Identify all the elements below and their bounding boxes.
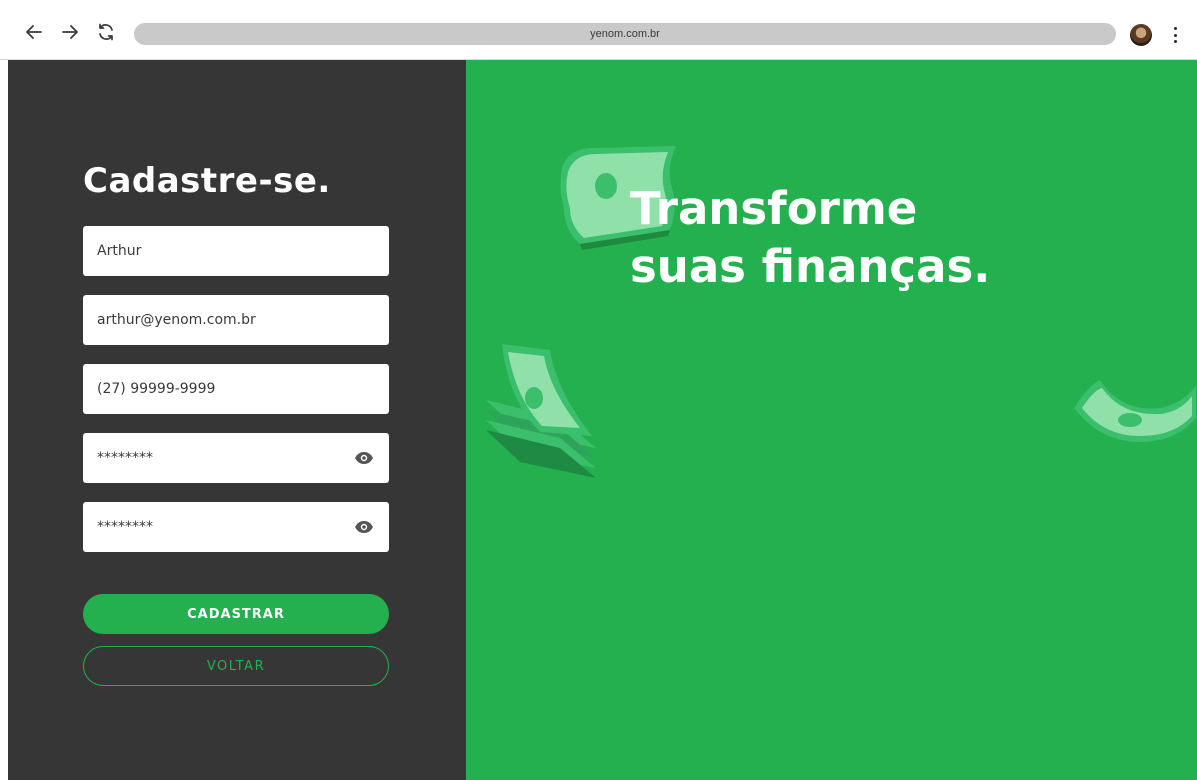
eye-icon[interactable] bbox=[353, 516, 375, 538]
name-input[interactable] bbox=[97, 243, 375, 259]
email-input[interactable] bbox=[97, 312, 375, 328]
back-arrow-icon[interactable] bbox=[22, 20, 46, 44]
phone-input[interactable] bbox=[97, 381, 375, 397]
forward-arrow-icon[interactable] bbox=[58, 20, 82, 44]
more-menu-icon[interactable] bbox=[1170, 24, 1180, 46]
address-bar[interactable]: yenom.com.br bbox=[134, 23, 1116, 45]
url-text: yenom.com.br bbox=[590, 28, 660, 40]
reload-icon[interactable] bbox=[94, 20, 118, 44]
password-input[interactable] bbox=[97, 450, 353, 466]
money-stack-icon bbox=[486, 344, 596, 478]
hero-panel: Transforme suas finanças. bbox=[466, 60, 1197, 780]
hero-line-1: Transforme bbox=[630, 182, 918, 235]
phone-field[interactable] bbox=[83, 364, 389, 414]
password-field[interactable] bbox=[83, 433, 389, 483]
confirm-password-field[interactable] bbox=[83, 502, 389, 552]
hero-line-2: suas finanças. bbox=[630, 240, 991, 293]
confirm-password-input[interactable] bbox=[97, 519, 353, 535]
eye-icon[interactable] bbox=[353, 447, 375, 469]
avatar[interactable] bbox=[1130, 24, 1152, 46]
money-bill-icon bbox=[1074, 380, 1196, 442]
back-button[interactable]: VOLTAR bbox=[83, 646, 389, 686]
name-field[interactable] bbox=[83, 226, 389, 276]
register-button[interactable]: CADASTRAR bbox=[83, 594, 389, 634]
browser-toolbar: yenom.com.br bbox=[0, 0, 1197, 60]
email-field[interactable] bbox=[83, 295, 389, 345]
page-title: Cadastre-se. bbox=[83, 161, 331, 201]
signup-panel: Cadastre-se. CADASTRAR VOLTAR bbox=[8, 60, 466, 780]
hero-headline: Transforme suas finanças. bbox=[630, 180, 990, 296]
